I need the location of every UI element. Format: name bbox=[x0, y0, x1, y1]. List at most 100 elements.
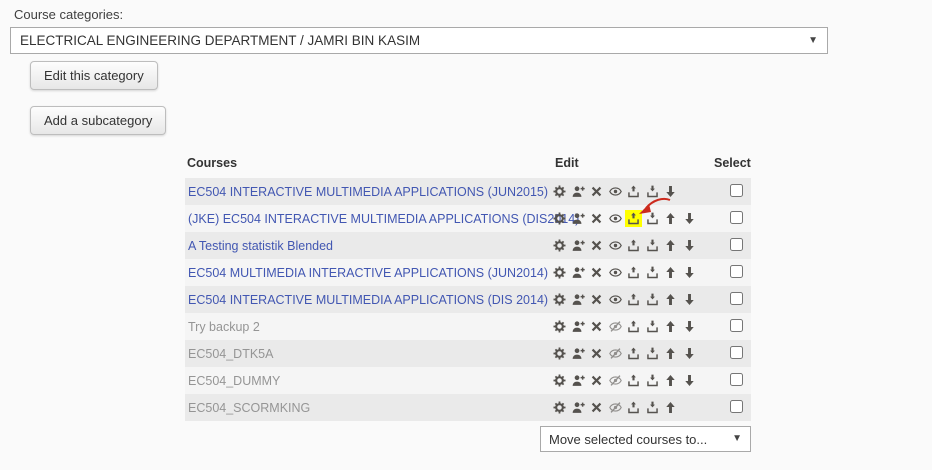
edit-category-button[interactable]: Edit this category bbox=[30, 61, 158, 90]
move-down-icon[interactable] bbox=[683, 320, 696, 333]
course-row: EC504_SCORMKING bbox=[185, 394, 751, 421]
settings-icon[interactable] bbox=[553, 266, 566, 279]
course-select-checkbox[interactable] bbox=[730, 319, 743, 332]
course-select-checkbox[interactable] bbox=[730, 373, 743, 386]
restore-icon[interactable] bbox=[646, 293, 659, 306]
backup-icon[interactable] bbox=[627, 293, 640, 306]
settings-icon[interactable] bbox=[553, 374, 566, 387]
move-down-icon[interactable] bbox=[683, 347, 696, 360]
course-link[interactable]: EC504 INTERACTIVE MULTIMEDIA APPLICATION… bbox=[188, 185, 548, 199]
course-link[interactable]: EC504_DUMMY bbox=[188, 374, 280, 388]
assign-roles-icon[interactable] bbox=[572, 347, 585, 360]
assign-roles-icon[interactable] bbox=[572, 239, 585, 252]
category-select[interactable]: ELECTRICAL ENGINEERING DEPARTMENT / JAMR… bbox=[10, 27, 828, 54]
show-icon[interactable] bbox=[609, 347, 622, 360]
move-up-icon[interactable] bbox=[664, 266, 677, 279]
course-select-checkbox[interactable] bbox=[730, 346, 743, 359]
restore-icon[interactable] bbox=[646, 239, 659, 252]
delete-icon[interactable] bbox=[590, 347, 603, 360]
delete-icon[interactable] bbox=[590, 320, 603, 333]
course-link[interactable]: EC504_DTK5A bbox=[188, 347, 273, 361]
delete-icon[interactable] bbox=[590, 374, 603, 387]
assign-roles-icon[interactable] bbox=[572, 212, 585, 225]
hide-icon[interactable] bbox=[609, 293, 622, 306]
settings-icon[interactable] bbox=[553, 185, 566, 198]
assign-roles-icon[interactable] bbox=[572, 266, 585, 279]
assign-roles-icon[interactable] bbox=[572, 320, 585, 333]
add-subcategory-button[interactable]: Add a subcategory bbox=[30, 106, 167, 135]
move-up-icon[interactable] bbox=[664, 374, 677, 387]
backup-icon[interactable] bbox=[627, 401, 640, 414]
delete-icon[interactable] bbox=[590, 185, 603, 198]
delete-icon[interactable] bbox=[590, 266, 603, 279]
course-select-checkbox[interactable] bbox=[730, 238, 743, 251]
backup-icon[interactable] bbox=[627, 239, 640, 252]
show-icon[interactable] bbox=[609, 401, 622, 414]
course-row: (JKE) EC504 INTERACTIVE MULTIMEDIA APPLI… bbox=[185, 197, 751, 232]
course-link[interactable]: EC504 MULTIMEDIA INTERACTIVE APPLICATION… bbox=[188, 266, 548, 280]
hide-icon[interactable] bbox=[609, 185, 622, 198]
backup-icon[interactable] bbox=[627, 212, 640, 225]
course-select-checkbox[interactable] bbox=[730, 211, 743, 224]
settings-icon[interactable] bbox=[553, 293, 566, 306]
settings-icon[interactable] bbox=[553, 320, 566, 333]
delete-icon[interactable] bbox=[590, 293, 603, 306]
show-icon[interactable] bbox=[609, 320, 622, 333]
chevron-down-icon: ▼ bbox=[732, 433, 742, 444]
assign-roles-icon[interactable] bbox=[572, 185, 585, 198]
move-up-icon[interactable] bbox=[664, 293, 677, 306]
hide-icon[interactable] bbox=[609, 239, 622, 252]
backup-icon[interactable] bbox=[627, 185, 640, 198]
settings-icon[interactable] bbox=[553, 401, 566, 414]
restore-icon[interactable] bbox=[646, 320, 659, 333]
restore-icon[interactable] bbox=[646, 347, 659, 360]
move-up-icon[interactable] bbox=[664, 212, 677, 225]
course-link[interactable]: EC504 INTERACTIVE MULTIMEDIA APPLICATION… bbox=[188, 293, 548, 307]
course-select-checkbox[interactable] bbox=[730, 400, 743, 413]
move-down-icon[interactable] bbox=[683, 239, 696, 252]
settings-icon[interactable] bbox=[553, 239, 566, 252]
header-select: Select bbox=[714, 156, 751, 170]
row-edit-actions bbox=[553, 374, 696, 387]
restore-icon[interactable] bbox=[646, 401, 659, 414]
backup-icon[interactable] bbox=[627, 347, 640, 360]
course-select-checkbox[interactable] bbox=[730, 292, 743, 305]
row-edit-actions bbox=[553, 266, 696, 279]
restore-icon[interactable] bbox=[646, 266, 659, 279]
move-down-icon[interactable] bbox=[683, 374, 696, 387]
delete-icon[interactable] bbox=[590, 401, 603, 414]
restore-icon[interactable] bbox=[646, 374, 659, 387]
move-down-icon[interactable] bbox=[664, 185, 677, 198]
move-down-icon[interactable] bbox=[683, 266, 696, 279]
move-down-icon[interactable] bbox=[683, 293, 696, 306]
settings-icon[interactable] bbox=[553, 347, 566, 360]
restore-icon[interactable] bbox=[646, 185, 659, 198]
show-icon[interactable] bbox=[609, 374, 622, 387]
assign-roles-icon[interactable] bbox=[572, 401, 585, 414]
hide-icon[interactable] bbox=[609, 266, 622, 279]
course-link[interactable]: Try backup 2 bbox=[188, 320, 260, 334]
move-down-icon[interactable] bbox=[683, 212, 696, 225]
course-select-checkbox[interactable] bbox=[730, 184, 743, 197]
move-up-icon[interactable] bbox=[664, 401, 677, 414]
move-up-icon[interactable] bbox=[664, 239, 677, 252]
row-edit-actions bbox=[553, 239, 696, 252]
backup-icon[interactable] bbox=[627, 320, 640, 333]
course-link[interactable]: EC504_SCORMKING bbox=[188, 401, 310, 415]
hide-icon[interactable] bbox=[609, 212, 622, 225]
assign-roles-icon[interactable] bbox=[572, 374, 585, 387]
course-select-checkbox[interactable] bbox=[730, 265, 743, 278]
course-row: EC504 MULTIMEDIA INTERACTIVE APPLICATION… bbox=[185, 259, 751, 286]
settings-icon[interactable] bbox=[553, 212, 566, 225]
move-up-icon[interactable] bbox=[664, 347, 677, 360]
move-up-icon[interactable] bbox=[664, 320, 677, 333]
delete-icon[interactable] bbox=[590, 212, 603, 225]
assign-roles-icon[interactable] bbox=[572, 293, 585, 306]
course-link[interactable]: (JKE) EC504 INTERACTIVE MULTIMEDIA APPLI… bbox=[188, 212, 579, 226]
backup-icon[interactable] bbox=[627, 266, 640, 279]
restore-icon[interactable] bbox=[646, 212, 659, 225]
course-link[interactable]: A Testing statistik Blended bbox=[188, 239, 333, 253]
delete-icon[interactable] bbox=[590, 239, 603, 252]
move-courses-select[interactable]: Move selected courses to... ▼ bbox=[540, 426, 751, 452]
backup-icon[interactable] bbox=[627, 374, 640, 387]
